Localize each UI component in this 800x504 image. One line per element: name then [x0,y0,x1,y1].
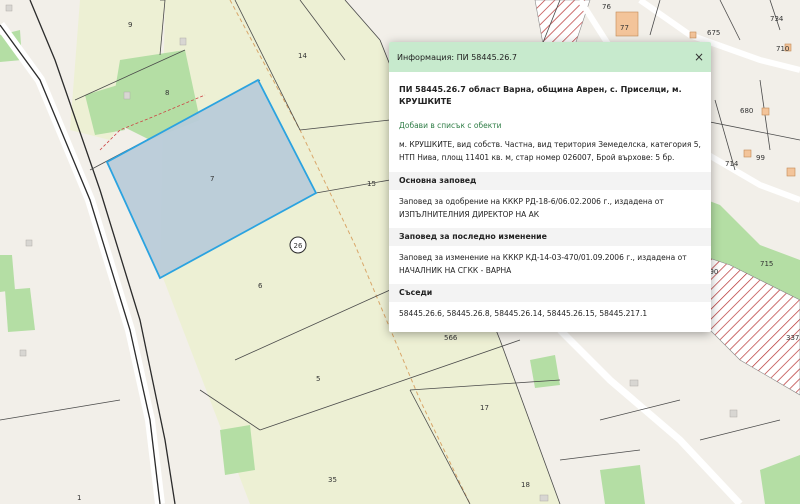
popup-body: ПИ 58445.26.7 област Варна, община Аврен… [389,72,711,320]
house [19,349,27,357]
plot-label: 6 [258,282,263,290]
house [123,91,131,100]
plot-label: 710 [776,45,789,53]
house [5,4,13,12]
section-text-last-change: Заповед за изменение на КККР КД-14-03-47… [399,253,687,275]
plot-label: 35 [328,476,337,484]
section-text-main-order: Заповед за одобрение на КККР РД-18-6/06.… [399,197,664,219]
green-area [600,465,645,504]
plot-label: 734 [770,15,784,23]
plot-label: 14 [298,52,307,60]
house [179,37,187,46]
section-heading-last-change: Заповед за последно изменение [389,228,711,246]
plot-label: 680 [740,107,753,115]
plot-label: 9 [128,21,132,29]
house [539,494,549,502]
close-icon[interactable]: × [692,50,706,64]
plot-label: 675 [707,29,720,37]
plot-label: 76 [602,3,611,11]
parcel-title: ПИ 58445.26.7 област Варна, община Аврен… [399,85,682,106]
plot-label: 15 [367,180,376,188]
plot-label: 1 [77,494,81,502]
green-area [5,288,35,332]
house [629,379,639,387]
parcel-description: м. КРУШКИТЕ, вид собств. Частна, вид тер… [399,140,701,162]
plot-label: 18 [521,481,530,489]
plot-label: 7 [210,175,214,183]
popup-header: Информация: ПИ 58445.26.7 × [389,42,711,72]
green-area [530,355,560,388]
section-text-neighbors: 58445.26.6, 58445.26.8, 58445.26.14, 584… [399,309,648,318]
plot-label: 77 [620,24,629,32]
plot-label: 99 [756,154,765,162]
section-heading-main-order: Основна заповед [389,172,711,190]
building [689,31,697,39]
house [729,409,738,418]
plot-label: 5 [316,375,320,383]
plot-label: 566 [444,334,458,342]
plot-label: 714 [725,160,739,168]
house [25,239,33,247]
info-popup: Информация: ПИ 58445.26.7 × ПИ 58445.26.… [389,42,711,332]
add-to-list-link[interactable]: Добави в списък с обекти [399,119,701,132]
plot-label: 337 [786,334,799,342]
block-marker-label: 26 [294,242,303,250]
popup-header-title: Информация: ПИ 58445.26.7 [397,52,518,62]
green-area [220,425,255,475]
building [761,107,770,116]
plot-label: 715 [760,260,773,268]
section-heading-neighbors: Съседи [389,284,711,302]
plot-label: 17 [480,404,489,412]
building [786,167,796,177]
building [743,149,752,158]
plot-label: 8 [165,89,169,97]
